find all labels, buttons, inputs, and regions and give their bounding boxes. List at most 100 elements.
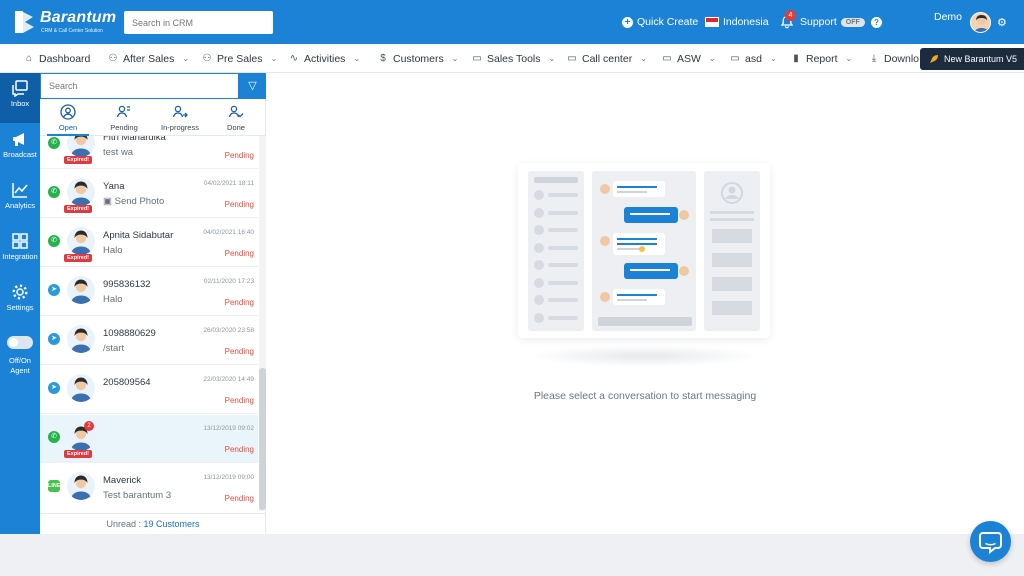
folder-icon: ▭ xyxy=(730,53,740,64)
quick-create-label: Quick Create xyxy=(637,16,699,28)
nav-customers[interactable]: $ Customers ⌄ xyxy=(378,44,458,72)
nav-sales-tools[interactable]: ▭ Sales Tools ⌄ xyxy=(472,44,556,72)
avatar-icon xyxy=(974,15,989,32)
nav-dashboard[interactable]: ⌂ Dashboard xyxy=(24,44,91,72)
user-name[interactable]: Demo xyxy=(934,11,962,23)
language-selector[interactable]: Indonesia xyxy=(705,15,769,29)
expired-badge: Expired! xyxy=(64,156,93,164)
expired-badge: Expired! xyxy=(64,450,93,458)
chevron-down-icon: ⌄ xyxy=(270,54,278,63)
rail-label: Broadcast xyxy=(3,150,37,159)
crm-search-input[interactable] xyxy=(124,11,273,34)
new-version-label: New Barantum V5 xyxy=(944,54,1018,64)
inbox-chat-icon xyxy=(12,80,28,97)
message-time: 04/02/2021 18:11 xyxy=(203,180,254,187)
last-message: ▣ Send Photo xyxy=(103,196,164,207)
indonesia-flag-icon xyxy=(705,17,719,27)
rail-settings[interactable]: Settings xyxy=(0,277,40,327)
nav-call-center[interactable]: ▭ Call center ⌄ xyxy=(567,44,647,72)
conversation-list: ✆ Expired! Fitri Manardika test wa 00/02/202… xyxy=(40,136,258,511)
nav-asd[interactable]: ▭ asd ⌄ xyxy=(730,44,777,72)
tab-label: Pending xyxy=(110,123,138,132)
message-time: 02/11/2020 17:23 xyxy=(203,278,254,285)
agent-toggle[interactable] xyxy=(7,336,33,349)
nav-label: Downlo xyxy=(884,52,920,65)
image-icon: ▣ xyxy=(103,196,115,207)
unread-label: Unread : xyxy=(106,519,141,529)
new-barantum-v5-button[interactable]: New Barantum V5 xyxy=(920,48,1024,70)
message-time: 04/02/2021 16:40 xyxy=(203,229,254,236)
nav-pre-sales[interactable]: ⚇ Pre Sales ⌄ xyxy=(202,44,278,72)
language-label: Indonesia xyxy=(723,16,769,28)
conversation-item[interactable]: ➤ 1098880629/start 26/03/2020 23:58 Pending xyxy=(40,317,258,365)
conversation-search-input[interactable] xyxy=(40,73,239,99)
notification-button[interactable]: 4 xyxy=(780,10,796,29)
chevron-down-icon: ⌄ xyxy=(640,54,647,63)
conversation-item[interactable]: ✆ Expired! Yana ▣ Send Photo 04/02/2021 18:1… xyxy=(40,170,258,218)
telegram-icon: ➤ xyxy=(48,284,60,296)
tab-pending[interactable]: Pending xyxy=(96,100,152,136)
gear-icon[interactable]: ⚙ xyxy=(997,16,1007,29)
unread-count[interactable]: 19 Customers xyxy=(144,519,200,529)
nav-label: Report xyxy=(806,52,838,65)
status-label: Pending xyxy=(224,151,254,160)
status-tabs: Open Pending In-progress Done xyxy=(40,100,266,136)
chevron-down-icon: ⌄ xyxy=(353,54,361,63)
rail-inbox[interactable]: Inbox xyxy=(0,73,40,123)
last-message: Halo xyxy=(103,294,123,305)
folder-icon: ▭ xyxy=(472,53,482,64)
help-icon[interactable]: ? xyxy=(871,17,882,28)
support-toggle[interactable]: Support OFF xyxy=(800,15,865,29)
chevron-down-icon: ⌄ xyxy=(548,54,556,63)
contact-name: 205809564 xyxy=(103,377,151,388)
conversation-item[interactable]: ✆ Expired! 2 13/12/2019 09:02 Pending xyxy=(40,415,258,463)
user-avatar[interactable] xyxy=(970,12,991,33)
nav-asw[interactable]: ▭ ASW ⌄ xyxy=(662,44,715,72)
chevron-down-icon: ⌄ xyxy=(182,54,190,63)
nav-download[interactable]: ⤓ Downlo xyxy=(869,44,920,72)
tab-open[interactable]: Open xyxy=(40,100,96,136)
chevron-down-icon: ⌄ xyxy=(769,54,777,63)
brand-logo[interactable]: Barantum CRM & Call Center Solution xyxy=(14,9,116,37)
rail-broadcast[interactable]: Broadcast xyxy=(0,124,40,174)
nav-label: Dashboard xyxy=(39,52,91,65)
message-time: 26/03/2020 23:58 xyxy=(203,327,254,334)
nav-after-sales[interactable]: ⚇ After Sales ⌄ xyxy=(108,44,190,72)
last-message: Test barantum 3 xyxy=(103,490,171,501)
user-progress-icon xyxy=(172,105,188,118)
conversation-item[interactable]: ➤ 205809564 22/03/2020 14:49 Pending xyxy=(40,366,258,414)
contact-name: 995836132 xyxy=(103,279,151,290)
status-label: Pending xyxy=(224,298,254,307)
grid-icon xyxy=(12,233,28,249)
nav-label: After Sales xyxy=(123,52,175,65)
brand-tagline: CRM & Call Center Solution xyxy=(41,28,103,34)
scrollbar-thumb[interactable] xyxy=(259,368,266,510)
contact-avatar xyxy=(67,227,95,255)
filter-button[interactable]: ▽ xyxy=(239,73,266,99)
telegram-icon: ➤ xyxy=(48,382,60,394)
status-label: Pending xyxy=(224,494,254,503)
tab-done[interactable]: Done xyxy=(208,100,264,136)
last-message: Halo xyxy=(103,245,123,256)
live-chat-button[interactable] xyxy=(970,521,1011,562)
nav-activities[interactable]: ∿ Activities ⌄ xyxy=(289,44,361,72)
nav-label: Pre Sales xyxy=(217,52,263,65)
tab-in-progress[interactable]: In-progress xyxy=(152,100,208,136)
rail-analytics[interactable]: Analytics xyxy=(0,175,40,225)
conversation-item[interactable]: LINE Maverick Test barantum 3 13/12/2019 09… xyxy=(40,464,258,511)
last-message-text: Halo xyxy=(103,294,123,305)
contact-avatar xyxy=(67,325,95,353)
nav-report[interactable]: ▮ Report ⌄ xyxy=(791,44,852,72)
last-message-text: Send Photo xyxy=(114,196,165,207)
conversation-item[interactable]: ✆ Expired! Fitri Manardika test wa 00/02/202… xyxy=(40,136,258,169)
empty-state-illustration xyxy=(518,163,770,338)
home-icon: ⌂ xyxy=(25,53,33,64)
conversation-panel: ▽ Open Pending In-progress Done ✆ Expired… xyxy=(40,73,266,534)
rail-integration[interactable]: Integration xyxy=(0,226,40,276)
quick-create-button[interactable]: + Quick Create xyxy=(622,15,698,29)
whatsapp-icon: ✆ xyxy=(48,235,60,247)
conversation-item[interactable]: ➤ 995836132 Halo 02/11/2020 17:23 Pending xyxy=(40,268,258,316)
conversation-item[interactable]: ✆ Expired! Apnita Sidabutar Halo 04/02/2021 … xyxy=(40,219,258,267)
last-message: test wa xyxy=(103,147,133,158)
nav-label: ASW xyxy=(677,52,701,65)
